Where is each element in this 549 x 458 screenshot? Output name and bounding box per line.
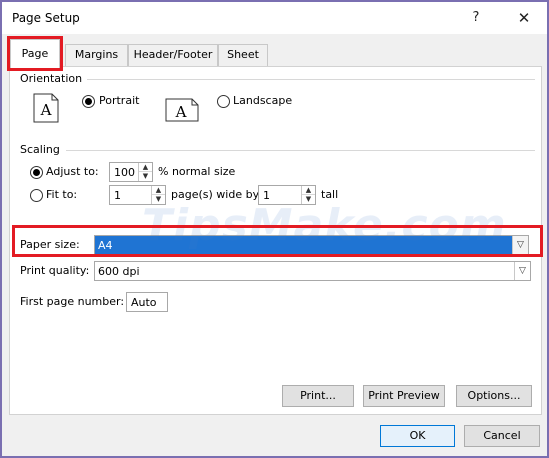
help-icon[interactable]: ? (454, 6, 498, 30)
chevron-down-icon[interactable]: ▽ (514, 262, 530, 280)
print-preview-button[interactable]: Print Preview (363, 385, 445, 407)
first-page-number-label: First page number: (20, 295, 125, 308)
stepper-up-icon[interactable]: ▲ (302, 186, 315, 195)
ok-button-label: OK (409, 429, 426, 442)
options-button-label: Options... (467, 389, 521, 402)
paper-size-highlight (12, 225, 543, 257)
adjust-to-label[interactable]: Adjust to: (46, 165, 99, 178)
tab-header-footer-label: Header/Footer (133, 48, 213, 61)
scaling-divider (66, 150, 535, 151)
fit-to-radio[interactable] (30, 189, 43, 202)
portrait-page-icon: A (33, 93, 59, 123)
stepper-up-icon[interactable]: ▲ (152, 186, 165, 195)
title-bar: Page Setup ? ✕ (2, 2, 547, 34)
page-setup-dialog: Page Setup ? ✕ Page Margins Header/Foote… (2, 2, 547, 456)
landscape-page-icon: A (165, 98, 199, 122)
tab-margins[interactable]: Margins (65, 44, 128, 66)
stepper-up-icon[interactable]: ▲ (139, 163, 152, 172)
portrait-icon-letter: A (40, 101, 52, 119)
fit-to-label[interactable]: Fit to: (46, 188, 77, 201)
options-button[interactable]: Options... (456, 385, 532, 407)
landscape-label[interactable]: Landscape (233, 94, 292, 107)
cancel-button-label: Cancel (483, 429, 521, 442)
first-page-number-input[interactable]: Auto (126, 292, 168, 312)
scaling-label: Scaling (20, 143, 60, 156)
print-quality-value: 600 dpi (98, 265, 140, 278)
portrait-label[interactable]: Portrait (99, 94, 139, 107)
adjust-to-radio[interactable] (30, 166, 43, 179)
ok-button[interactable]: OK (380, 425, 455, 447)
print-quality-label: Print quality: (20, 264, 90, 277)
print-preview-button-label: Print Preview (368, 389, 440, 402)
window-title: Page Setup (12, 11, 80, 25)
tab-margins-label: Margins (74, 48, 119, 61)
tab-sheet[interactable]: Sheet (218, 44, 268, 66)
portrait-radio[interactable] (82, 95, 95, 108)
cancel-button[interactable]: Cancel (464, 425, 540, 447)
tab-page-label: Page (21, 47, 49, 60)
print-quality-select[interactable]: 600 dpi ▽ (94, 261, 531, 281)
tab-sheet-label: Sheet (227, 48, 259, 61)
adjust-to-stepper[interactable]: 100 ▲ ▼ (109, 162, 153, 182)
stepper-down-icon[interactable]: ▼ (139, 172, 152, 181)
orientation-divider (87, 79, 535, 80)
landscape-radio[interactable] (217, 95, 230, 108)
print-button[interactable]: Print... (282, 385, 354, 407)
tab-page[interactable]: Page (7, 36, 63, 71)
tab-header-footer[interactable]: Header/Footer (128, 44, 218, 66)
fit-wide-value: 1 (114, 189, 121, 202)
adjust-to-suffix: % normal size (158, 165, 236, 178)
orientation-label: Orientation (20, 72, 83, 85)
print-button-label: Print... (300, 389, 336, 402)
first-page-number-value: Auto (131, 296, 157, 309)
close-icon[interactable]: ✕ (502, 6, 546, 30)
adjust-to-value: 100 (114, 166, 135, 179)
landscape-icon-letter: A (175, 103, 187, 121)
